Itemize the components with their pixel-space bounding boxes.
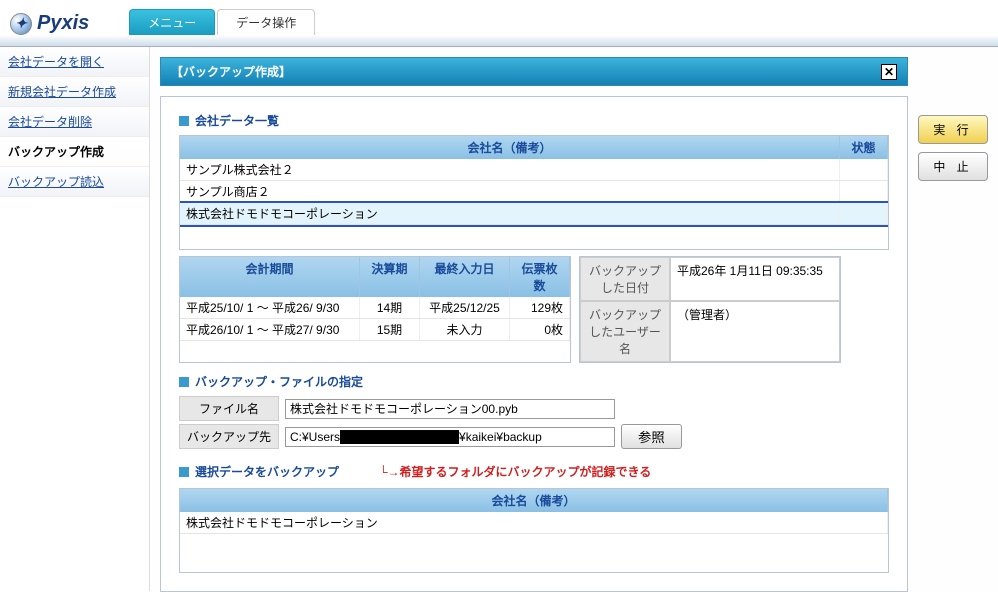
col-company-name: 会社名（備考）: [180, 136, 840, 159]
cell-status: [840, 203, 888, 224]
cell-slips: 129枚: [510, 297, 570, 318]
bullet-icon: [179, 377, 189, 387]
label-backup-user: バックアップしたユーザー名: [580, 301, 670, 362]
company-list-heading: 会社データ一覧: [195, 112, 279, 129]
backup-info-grid: バックアップした日付 平成26年 1月11日 09:35:35 バックアップした…: [579, 256, 841, 363]
cell-last: 平成25/12/25: [420, 297, 510, 318]
cell-last: 未入力: [420, 319, 510, 340]
cell-status: [840, 159, 888, 180]
table-row[interactable]: 株式会社ドモドモコーポレーション: [180, 512, 888, 534]
col-status: 状態: [840, 136, 888, 159]
tab-menu[interactable]: メニュー: [129, 9, 215, 35]
col-period: 会計期間: [180, 257, 360, 297]
cell-slips: 0枚: [510, 319, 570, 340]
col-term: 決算期: [360, 257, 420, 297]
table-row[interactable]: サンプル株式会社２: [180, 159, 888, 181]
bullet-icon: [179, 116, 189, 126]
table-row[interactable]: 平成25/10/ 1 ～ 平成26/ 9/30 14期 平成25/12/25 1…: [180, 297, 570, 319]
col-last-input: 最終入力日: [420, 257, 510, 297]
company-grid: 会社名（備考） 状態 サンプル株式会社２ サンプル商店２: [179, 135, 889, 250]
tab-data-ops[interactable]: データ操作: [217, 9, 315, 35]
close-icon[interactable]: ✕: [881, 64, 897, 80]
table-row[interactable]: 株式会社ドモドモコーポレーション: [180, 203, 888, 225]
backup-dest-input[interactable]: [285, 427, 615, 447]
tab-bar: メニュー データ操作: [129, 9, 315, 35]
panel-title-bar: 【バックアップ作成】 ✕: [160, 57, 908, 86]
action-column: 実 行 中 止: [918, 57, 988, 581]
filename-input[interactable]: [285, 399, 615, 419]
col-selected-name: 会社名（備考）: [180, 489, 888, 512]
table-row[interactable]: 平成26/10/ 1 ～ 平成27/ 9/30 15期 未入力 0枚: [180, 319, 570, 341]
brand-text: Pyxis: [37, 12, 89, 35]
value-backup-date: 平成26年 1月11日 09:35:35: [670, 257, 840, 301]
cell-selected-name: 株式会社ドモドモコーポレーション: [180, 512, 888, 533]
section-company-list: 会社データ一覧: [179, 112, 889, 129]
cancel-button[interactable]: 中 止: [918, 152, 988, 181]
panel-title: 【バックアップ作成】: [171, 63, 291, 80]
form-body: 会社データ一覧 会社名（備考） 状態 サンプル株式会社２ サンプル商店２: [160, 96, 908, 592]
header-gradient: [0, 35, 998, 47]
selected-grid: 会社名（備考） 株式会社ドモドモコーポレーション: [179, 488, 889, 573]
cell-company-name: 株式会社ドモドモコーポレーション: [180, 203, 840, 224]
cell-company-name: サンプル商店２: [180, 181, 840, 202]
value-backup-user: （管理者）: [670, 301, 840, 362]
sidebar-item-delete-company[interactable]: 会社データ削除: [0, 107, 149, 137]
bullet-icon: [179, 467, 189, 477]
selected-heading: 選択データをバックアップ: [195, 463, 339, 480]
hint-text: └→希望するフォルダにバックアップが記録できる: [379, 463, 651, 480]
label-filename: ファイル名: [179, 396, 279, 421]
cell-company-name: サンプル株式会社２: [180, 159, 840, 180]
table-row[interactable]: サンプル商店２: [180, 181, 888, 203]
globe-icon: ✦: [10, 13, 32, 35]
section-file-spec: バックアップ・ファイルの指定: [179, 373, 889, 390]
period-grid: 会計期間 決算期 最終入力日 伝票枚数 平成25/10/ 1 ～ 平成26/ 9…: [179, 256, 571, 363]
label-backup-dest: バックアップ先: [179, 424, 279, 449]
app-logo: ✦ Pyxis: [10, 12, 89, 35]
sidebar-item-open-company[interactable]: 会社データを開く: [0, 47, 149, 77]
cell-status: [840, 181, 888, 202]
sidebar: 会社データを開く 新規会社データ作成 会社データ削除 バックアップ作成 バックア…: [0, 47, 150, 591]
file-spec-heading: バックアップ・ファイルの指定: [195, 373, 363, 390]
cell-period: 平成26/10/ 1 ～ 平成27/ 9/30: [180, 319, 360, 340]
section-selected-data: 選択データをバックアップ: [179, 463, 339, 480]
cell-period: 平成25/10/ 1 ～ 平成26/ 9/30: [180, 297, 360, 318]
sidebar-item-backup-restore[interactable]: バックアップ読込: [0, 167, 149, 197]
top-bar: ✦ Pyxis メニュー データ操作: [0, 0, 998, 35]
cell-term: 15期: [360, 319, 420, 340]
sidebar-item-new-company[interactable]: 新規会社データ作成: [0, 77, 149, 107]
execute-button[interactable]: 実 行: [918, 115, 988, 144]
cell-term: 14期: [360, 297, 420, 318]
col-slips: 伝票枚数: [510, 257, 570, 297]
label-backup-date: バックアップした日付: [580, 257, 670, 301]
sidebar-item-backup-create[interactable]: バックアップ作成: [0, 137, 149, 167]
browse-button[interactable]: 参照: [621, 424, 682, 449]
